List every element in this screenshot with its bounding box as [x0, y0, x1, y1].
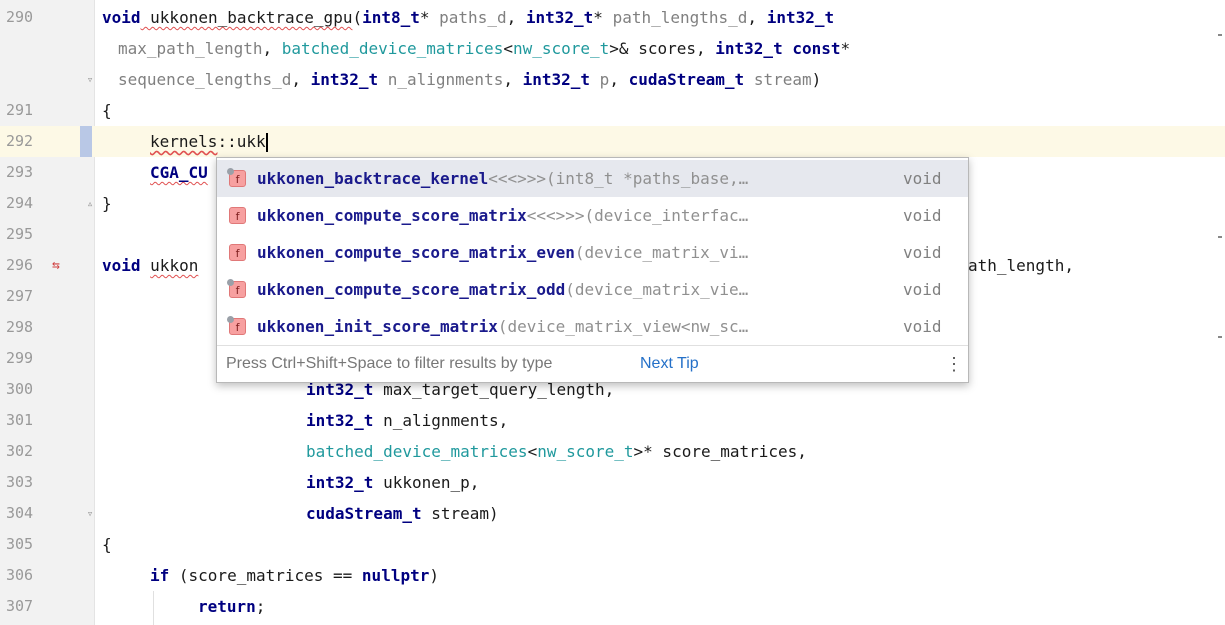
code-text[interactable]: {: [102, 529, 112, 560]
scroll-marker: [1218, 236, 1222, 238]
line-number: 290: [6, 8, 34, 26]
completion-item[interactable]: f ukkonen_compute_score_matrix<<<>>>(dev…: [217, 197, 968, 234]
navigate-declaration-icon[interactable]: ⇆: [52, 250, 60, 281]
code-line[interactable]: 307 return;: [0, 591, 1225, 622]
code-text[interactable]: max_path_length, batched_device_matrices…: [118, 33, 850, 64]
function-icon: f: [227, 279, 246, 298]
code-line[interactable]: 301 int32_t n_alignments,: [0, 405, 1225, 436]
line-number: 297: [6, 287, 34, 305]
line-number: 301: [6, 411, 34, 429]
completion-item-type: void: [903, 169, 942, 188]
code-text[interactable]: if (score_matrices == nullptr): [150, 560, 439, 591]
code-completion-popup[interactable]: f ukkonen_backtrace_kernel<<<>>>(int8_t …: [216, 157, 969, 383]
line-number: 292: [6, 132, 34, 150]
completion-item-type: void: [903, 280, 942, 299]
code-text[interactable]: void ukkonen_backtrace_gpu(int8_t* paths…: [102, 2, 834, 33]
code-text[interactable]: {: [102, 95, 112, 126]
line-number: 293: [6, 163, 34, 181]
code-text[interactable]: sequence_lengths_d, int32_t n_alignments…: [118, 64, 821, 95]
current-code-line[interactable]: 292 kernels::ukk: [0, 126, 1225, 157]
completion-item-type: void: [903, 317, 942, 336]
code-line[interactable]: 291 {: [0, 95, 1225, 126]
text-caret: [265, 133, 268, 152]
completion-item-type: void: [903, 243, 942, 262]
code-line[interactable]: ▿ 304 cudaStream_t stream): [0, 498, 1225, 529]
completion-item-name: ukkonen_compute_score_matrix<<<>>>(devic…: [257, 206, 749, 225]
completion-tip-text: Press Ctrl+Shift+Space to filter results…: [226, 355, 553, 372]
line-number: 291: [6, 101, 34, 119]
fold-marker-icon[interactable]: ▿: [84, 74, 96, 86]
completion-item-type: void: [903, 206, 942, 225]
completion-footer: Press Ctrl+Shift+Space to filter results…: [217, 345, 968, 382]
line-number: 305: [6, 535, 34, 553]
line-number: 300: [6, 380, 34, 398]
code-line[interactable]: 302 batched_device_matrices<nw_score_t>*…: [0, 436, 1225, 467]
fold-marker-icon[interactable]: ▵: [84, 198, 96, 210]
function-icon: f: [227, 316, 246, 335]
line-number: 294: [6, 194, 34, 212]
line-number: 302: [6, 442, 34, 460]
code-text[interactable]: kernels::ukk: [150, 126, 268, 157]
function-icon: f: [229, 244, 246, 261]
code-line[interactable]: 290 void ukkonen_backtrace_gpu(int8_t* p…: [0, 2, 1225, 33]
scroll-marker: [1218, 336, 1222, 338]
code-line[interactable]: 303 int32_t ukkonen_p,: [0, 467, 1225, 498]
line-number: 296: [6, 256, 34, 274]
line-number: 299: [6, 349, 34, 367]
completion-item[interactable]: f ukkonen_compute_score_matrix_even(devi…: [217, 234, 968, 271]
code-line[interactable]: ▿ sequence_lengths_d, int32_t n_alignmen…: [0, 64, 1225, 95]
lock-icon: [227, 168, 234, 175]
completion-item[interactable]: f ukkonen_backtrace_kernel<<<>>>(int8_t …: [217, 160, 968, 197]
completion-item-name: ukkonen_init_score_matrix(device_matrix_…: [257, 317, 749, 336]
completion-item[interactable]: f ukkonen_init_score_matrix(device_matri…: [217, 308, 968, 345]
code-text[interactable]: cudaStream_t stream): [306, 498, 499, 529]
line-number: 303: [6, 473, 34, 491]
completion-item-name: ukkonen_compute_score_matrix_even(device…: [257, 243, 749, 262]
line-number: 307: [6, 597, 34, 615]
fold-marker-icon[interactable]: ▿: [84, 508, 96, 520]
line-number: 304: [6, 504, 34, 522]
next-tip-link[interactable]: Next Tip: [640, 346, 699, 382]
code-text[interactable]: ath_length,: [968, 250, 1074, 281]
code-line[interactable]: 305 {: [0, 529, 1225, 560]
change-marker: [80, 126, 92, 157]
scroll-marker: [1218, 34, 1222, 36]
line-number: 306: [6, 566, 34, 584]
lock-icon: [227, 316, 234, 323]
code-text[interactable]: void ukkon: [102, 250, 198, 281]
lock-icon: [227, 279, 234, 286]
code-text[interactable]: }: [102, 188, 112, 219]
completion-item-name: ukkonen_compute_score_matrix_odd(device_…: [257, 280, 749, 299]
code-text[interactable]: return;: [198, 591, 265, 622]
completion-item-name: ukkonen_backtrace_kernel<<<>>>(int8_t *p…: [257, 169, 749, 188]
line-number: 298: [6, 318, 34, 336]
function-icon: f: [229, 207, 246, 224]
completion-item[interactable]: f ukkonen_compute_score_matrix_odd(devic…: [217, 271, 968, 308]
code-text[interactable]: CGA_CU: [150, 157, 208, 188]
more-options-icon[interactable]: ⋮: [945, 346, 963, 382]
code-line[interactable]: max_path_length, batched_device_matrices…: [0, 33, 1225, 64]
code-text[interactable]: int32_t n_alignments,: [306, 405, 508, 436]
indent-guide: [153, 591, 154, 625]
code-line[interactable]: 306 if (score_matrices == nullptr): [0, 560, 1225, 591]
line-number: 295: [6, 225, 34, 243]
code-text[interactable]: int32_t ukkonen_p,: [306, 467, 479, 498]
function-icon: f: [227, 168, 246, 187]
code-text[interactable]: batched_device_matrices<nw_score_t>* sco…: [306, 436, 807, 467]
